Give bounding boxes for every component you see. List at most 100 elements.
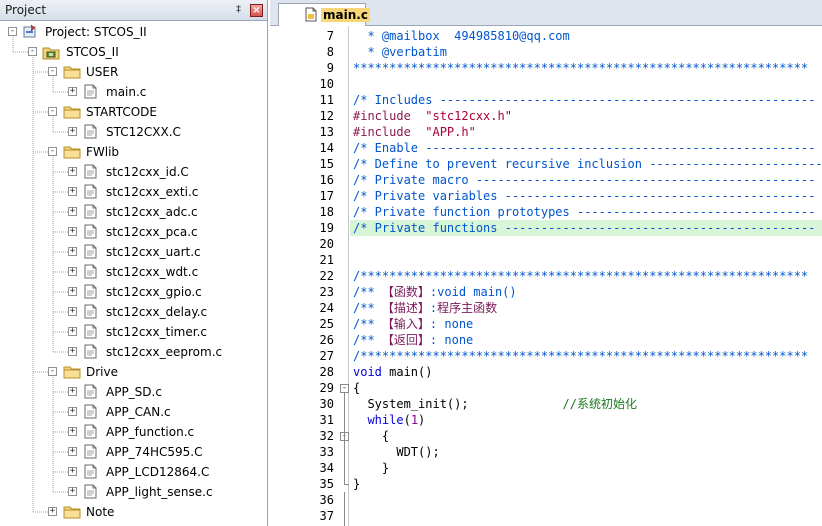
code-line[interactable]: /* Includes ----------------------------… — [350, 92, 822, 108]
code-token: #include — [353, 125, 419, 139]
code-token: /* Define to prevent recursive inclusion… — [353, 157, 822, 171]
line-number: 18 — [319, 205, 334, 219]
code-line[interactable]: System_init(); //系统初始化 — [350, 396, 822, 412]
code-line[interactable]: WDT(); — [350, 444, 822, 460]
code-token: "stc12cxx.h" — [418, 109, 512, 123]
collapse-toggle[interactable]: - — [28, 47, 37, 56]
code-line[interactable]: /* Private functions -------------------… — [350, 220, 822, 236]
fold-toggle[interactable]: - — [340, 384, 349, 393]
code-line[interactable]: /** 【输入】: none — [350, 316, 822, 332]
expand-toggle[interactable]: + — [68, 347, 77, 356]
expand-toggle[interactable]: + — [68, 487, 77, 496]
tree-item[interactable]: + APP_function.c — [0, 422, 267, 442]
file-icon — [84, 484, 97, 503]
expand-toggle[interactable]: + — [68, 327, 77, 336]
collapse-toggle[interactable]: - — [48, 367, 57, 376]
code-line[interactable] — [350, 252, 822, 268]
tree-item[interactable]: + stc12cxx_exti.c — [0, 182, 267, 202]
tree-item[interactable]: + stc12cxx_wdt.c — [0, 262, 267, 282]
tree-item[interactable]: + STC12CXX.C — [0, 122, 267, 142]
code-line[interactable] — [350, 508, 822, 524]
code-text: } — [353, 476, 360, 492]
tree-item[interactable]: + main.c — [0, 82, 267, 102]
file-icon — [305, 7, 317, 26]
tree-item[interactable]: - USER — [0, 62, 267, 82]
expand-toggle[interactable]: + — [68, 227, 77, 236]
tree-item[interactable]: - FWlib — [0, 142, 267, 162]
code-line[interactable]: ****************************************… — [350, 60, 822, 76]
expand-toggle[interactable]: + — [68, 407, 77, 416]
code-line[interactable]: /** 【描述】:程序主函数 — [350, 300, 822, 316]
expand-toggle[interactable]: + — [68, 127, 77, 136]
expand-toggle[interactable]: + — [68, 207, 77, 216]
code-line[interactable]: #include "APP.h" — [350, 124, 822, 140]
expand-toggle[interactable]: + — [68, 247, 77, 256]
tree-item[interactable]: + APP_CAN.c — [0, 402, 267, 422]
collapse-toggle[interactable]: - — [48, 107, 57, 116]
collapse-toggle[interactable]: - — [48, 147, 57, 156]
code-line[interactable]: /** 【返回】: none — [350, 332, 822, 348]
code-line[interactable]: /* Private variables -------------------… — [350, 188, 822, 204]
code-line[interactable]: /* Private macro -----------------------… — [350, 172, 822, 188]
tree-item[interactable]: + stc12cxx_gpio.c — [0, 282, 267, 302]
code-line[interactable]: } — [350, 460, 822, 476]
code-token: 【函数】 — [381, 285, 430, 299]
tree-item[interactable]: - STARTCODE — [0, 102, 267, 122]
tree-item[interactable]: - STCOS_II — [0, 42, 267, 62]
code-area[interactable]: * @mailbox 494985810@qq.com * @verbatim *… — [350, 26, 822, 526]
tree-item[interactable]: + APP_SD.c — [0, 382, 267, 402]
collapse-toggle[interactable]: - — [8, 27, 17, 36]
code-line[interactable]: { — [350, 380, 822, 396]
expand-toggle[interactable]: + — [68, 467, 77, 476]
tree-item[interactable]: + stc12cxx_adc.c — [0, 202, 267, 222]
tree-item[interactable]: + stc12cxx_timer.c — [0, 322, 267, 343]
code-line[interactable]: /* Private function prototypes ---------… — [350, 204, 822, 220]
code-line[interactable]: /* Define to prevent recursive inclusion… — [350, 156, 822, 172]
tab-main-c[interactable]: main.c — [278, 3, 370, 26]
expand-toggle[interactable]: + — [68, 267, 77, 276]
code-token: #include — [353, 109, 419, 123]
code-line[interactable]: { — [350, 428, 822, 444]
code-token: //系统初始化 — [562, 397, 637, 411]
expand-toggle[interactable]: + — [68, 287, 77, 296]
expand-toggle[interactable]: + — [68, 427, 77, 436]
expand-toggle[interactable]: + — [68, 447, 77, 456]
code-line[interactable]: * @mailbox 494985810@qq.com — [350, 28, 822, 44]
tree-item[interactable]: + stc12cxx_delay.c — [0, 302, 267, 322]
code-line[interactable] — [350, 236, 822, 252]
tree-item[interactable]: + stc12cxx_eeprom.c — [0, 342, 267, 362]
code-line[interactable]: #include "stc12cxx.h" — [350, 108, 822, 124]
line-number: 34 — [319, 461, 334, 475]
code-line[interactable] — [350, 492, 822, 508]
tree-item[interactable]: + APP_74HC595.C — [0, 442, 267, 462]
tree-item[interactable]: + APP_light_sense.c — [0, 482, 267, 503]
expand-toggle[interactable]: + — [68, 307, 77, 316]
tree-item[interactable]: + stc12cxx_uart.c — [0, 242, 267, 262]
file-icon — [84, 324, 97, 343]
line-number: 22 — [319, 269, 334, 283]
code-line[interactable]: /* Enable ------------------------------… — [350, 140, 822, 156]
expand-toggle[interactable]: + — [68, 167, 77, 176]
line-number: 28 — [319, 365, 334, 379]
code-line[interactable]: /***************************************… — [350, 348, 822, 364]
expand-toggle[interactable]: + — [68, 187, 77, 196]
collapse-toggle[interactable]: - — [48, 67, 57, 76]
code-line[interactable] — [350, 76, 822, 92]
tree-item[interactable]: + stc12cxx_id.C — [0, 162, 267, 182]
expand-toggle[interactable]: + — [68, 87, 77, 96]
close-icon[interactable]: × — [250, 4, 263, 17]
code-line[interactable]: /** 【函数】:void main() — [350, 284, 822, 300]
tree-item[interactable]: + APP_LCD12864.C — [0, 462, 267, 482]
code-line[interactable]: } — [350, 476, 822, 492]
expand-toggle[interactable]: + — [68, 387, 77, 396]
tree-item[interactable]: - Drive — [0, 362, 267, 382]
tree-item[interactable]: + stc12cxx_pca.c — [0, 222, 267, 242]
pin-icon[interactable]: ‡ — [232, 4, 245, 17]
code-line[interactable]: /***************************************… — [350, 268, 822, 284]
tree-item[interactable]: + Note — [0, 502, 267, 522]
code-line[interactable]: void main() — [350, 364, 822, 380]
code-line[interactable]: while(1) — [350, 412, 822, 428]
code-line[interactable]: * @verbatim — [350, 44, 822, 60]
expand-toggle[interactable]: + — [48, 507, 57, 516]
tree-item[interactable]: - Project: STCOS_II — [0, 22, 267, 42]
